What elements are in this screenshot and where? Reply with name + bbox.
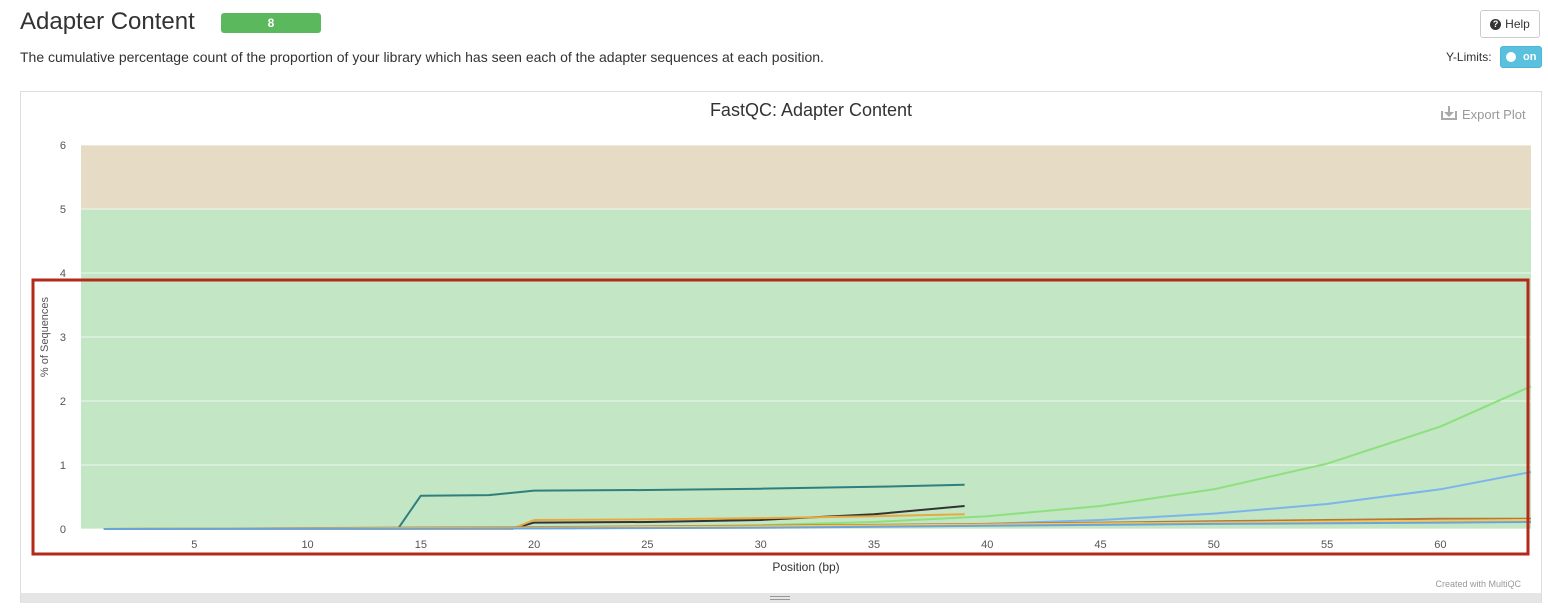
help-button-label: Help xyxy=(1505,17,1530,31)
status-badge: 8 xyxy=(221,13,321,33)
page-title: Adapter Content xyxy=(20,8,195,35)
help-button[interactable]: ? Help xyxy=(1480,10,1540,38)
question-circle-icon: ? xyxy=(1490,18,1502,30)
ylimits-label: Y-Limits: xyxy=(1446,50,1492,64)
plot-container xyxy=(20,91,1542,603)
ylimits-toggle[interactable]: on xyxy=(1500,46,1542,68)
plot-resize-handle[interactable] xyxy=(21,593,1541,603)
export-plot-label: Export Plot xyxy=(1462,107,1526,122)
toggle-knob xyxy=(1506,52,1516,62)
toggle-label: on xyxy=(1523,51,1537,63)
section-description: The cumulative percentage count of the p… xyxy=(20,49,824,65)
grip-icon xyxy=(770,596,790,600)
